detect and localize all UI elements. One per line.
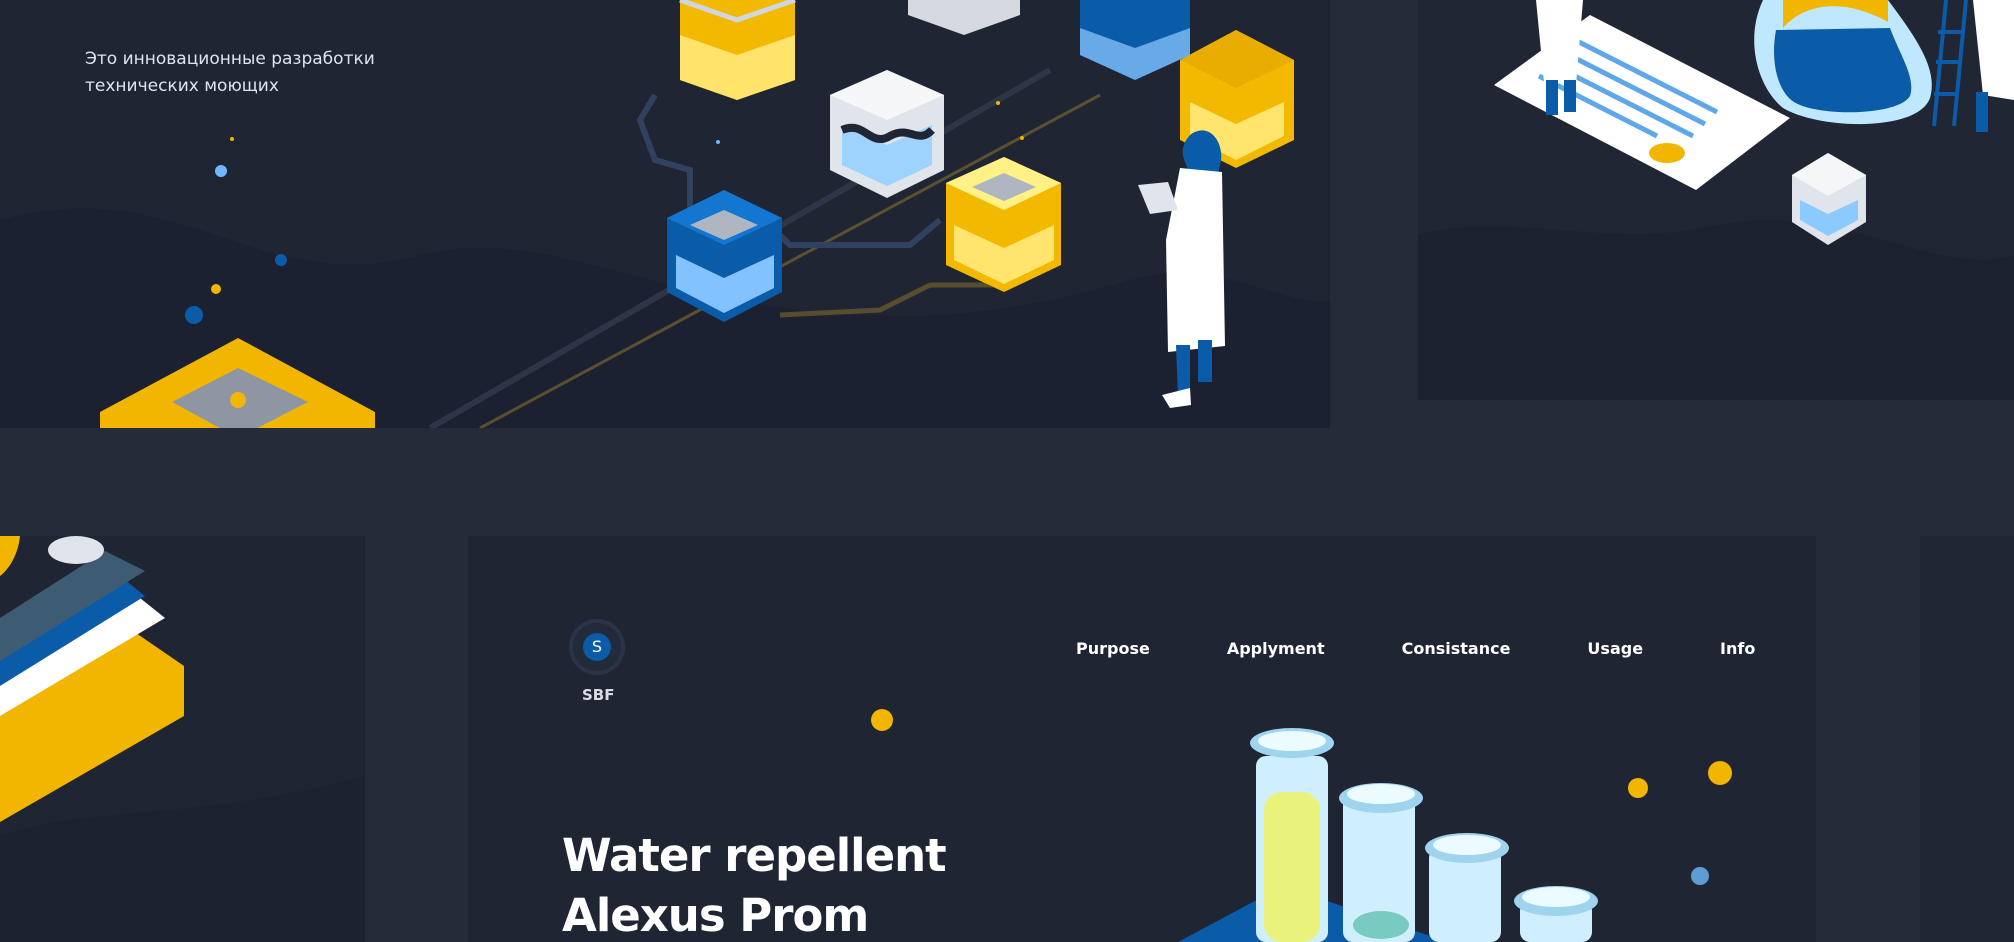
white-cube-top-middle [908,0,1020,35]
hero-panel: Это инновационные разработки технических… [0,0,1330,428]
short-test-tube [1514,886,1598,942]
nav-usage[interactable]: Usage [1587,639,1643,658]
tall-yellow-test-tube [1250,728,1334,942]
white-water-cube [830,70,944,198]
top-navigation: Purpose Applyment Consistance Usage Info [1076,639,1755,658]
product-title: Water repellent Alexus Prom [562,826,947,942]
sbf-logo-mark: S [583,633,611,661]
nav-purpose[interactable]: Purpose [1076,639,1150,658]
nav-applyment[interactable]: Applyment [1227,639,1325,658]
product-title-line-1: Water repellent [562,829,947,882]
light-blue-test-tube [1425,833,1509,942]
left-book-panel [0,536,365,942]
document-sheet [1494,15,1790,190]
right-edge-panel [1920,536,2014,942]
right-preview-panel [1418,0,2014,400]
teal-test-tube [1339,783,1423,942]
nav-info[interactable]: Info [1720,639,1755,658]
right-scientist-figure [1973,0,2014,132]
yellow-liquid-cube [946,157,1061,292]
design-showcase: Это инновационные разработки технических… [0,0,2014,942]
product-panel: S SBF Purpose Applyment Consistance Usag… [468,536,1816,942]
yellow-cube-top-left [679,0,796,100]
hero-illustration [0,0,1330,428]
laboratory-illustration [1418,0,2014,400]
sbf-logo-text[interactable]: SBF [582,686,614,704]
sbf-logo[interactable]: S [569,619,625,675]
blue-cube-top-right [1080,0,1190,80]
product-title-line-2: Alexus Prom [562,889,869,942]
flask-illustration [1754,0,1932,125]
nav-consistance[interactable]: Consistance [1402,639,1511,658]
book-stack-illustration [0,536,365,942]
